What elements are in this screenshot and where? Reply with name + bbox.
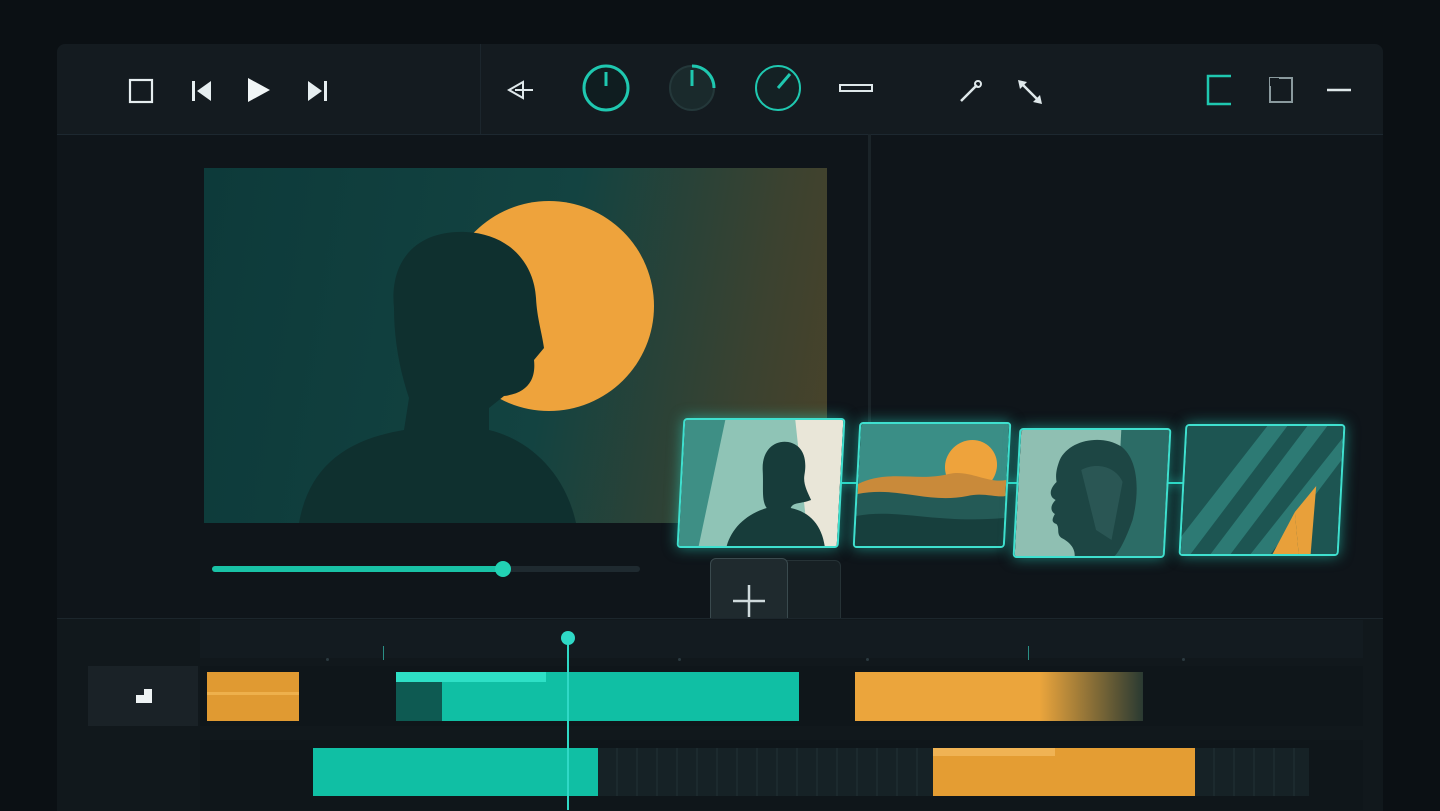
timeline-clip-empty[interactable] <box>1195 748 1309 796</box>
toolbar-divider <box>480 44 481 134</box>
ruler-dot <box>326 658 329 661</box>
desert-sunset-thumbnail <box>854 424 1010 546</box>
restore-button[interactable] <box>1266 74 1296 106</box>
playhead-icon[interactable] <box>561 631 575 645</box>
minimize-button[interactable] <box>1324 80 1354 100</box>
media-thumbnail-1[interactable] <box>676 418 846 548</box>
gain-knob-icon <box>669 64 716 111</box>
plus-icon <box>733 585 765 617</box>
timeline-clip[interactable] <box>313 748 598 796</box>
portrait-woman-thumbnail <box>678 420 844 546</box>
restore-icon <box>1269 77 1293 103</box>
skip-forward-icon <box>308 81 327 101</box>
preview-scrubber[interactable] <box>212 561 640 577</box>
ruler-dot <box>866 658 869 661</box>
timeline-clip-empty[interactable] <box>598 748 933 796</box>
media-thumbnail-2[interactable] <box>852 422 1012 548</box>
move-button[interactable] <box>1014 76 1046 108</box>
minimize-icon <box>1327 88 1351 92</box>
timeline-clip[interactable] <box>855 672 1143 721</box>
volume-knob-icon <box>582 64 630 112</box>
stop-button[interactable] <box>126 76 156 106</box>
skip-back-icon <box>192 81 211 101</box>
skip-forward-button[interactable] <box>302 76 332 106</box>
timeline-clip[interactable] <box>396 672 799 721</box>
audio-pan-button[interactable] <box>505 76 535 104</box>
panel-divider[interactable] <box>868 134 871 424</box>
face-profile-thumbnail <box>1014 430 1170 556</box>
play-icon <box>248 78 270 102</box>
trim-button[interactable] <box>838 80 874 96</box>
audio-pan-icon <box>506 80 533 100</box>
pan-knob-icon <box>755 65 801 111</box>
ruler-tick <box>383 646 384 660</box>
timeline-clip[interactable] <box>207 672 299 721</box>
play-button[interactable] <box>243 75 273 105</box>
pan-knob[interactable] <box>752 62 804 114</box>
trim-icon <box>839 84 873 92</box>
abstract-stripes-thumbnail <box>1180 426 1344 554</box>
track-header-1[interactable] <box>88 666 198 726</box>
volume-knob[interactable] <box>580 62 632 114</box>
ruler-tick <box>1028 646 1029 660</box>
media-thumbnail-4[interactable] <box>1178 424 1346 556</box>
ruler-dot <box>1182 658 1185 661</box>
clip-label-bar <box>933 748 1055 756</box>
panel-left-button[interactable] <box>1204 74 1234 106</box>
razor-button[interactable] <box>956 78 984 106</box>
playhead-line[interactable] <box>567 638 569 810</box>
scrubber-handle[interactable] <box>495 561 512 577</box>
move-arrows-icon <box>1018 80 1042 104</box>
clip-label-bar <box>396 672 546 682</box>
panel-left-icon <box>1206 74 1231 106</box>
ruler-dot <box>678 658 681 661</box>
scrubber-progress <box>212 566 504 572</box>
timeline-ruler[interactable] <box>200 620 1363 661</box>
media-thumbnail-3[interactable] <box>1012 428 1172 558</box>
timeline-clip[interactable] <box>933 748 1195 796</box>
gain-knob[interactable] <box>666 62 718 114</box>
clip-waveform <box>207 692 299 695</box>
skip-back-button[interactable] <box>187 76 217 106</box>
track-type-icon <box>136 689 152 703</box>
razor-icon <box>960 80 982 102</box>
stop-icon <box>128 78 154 104</box>
